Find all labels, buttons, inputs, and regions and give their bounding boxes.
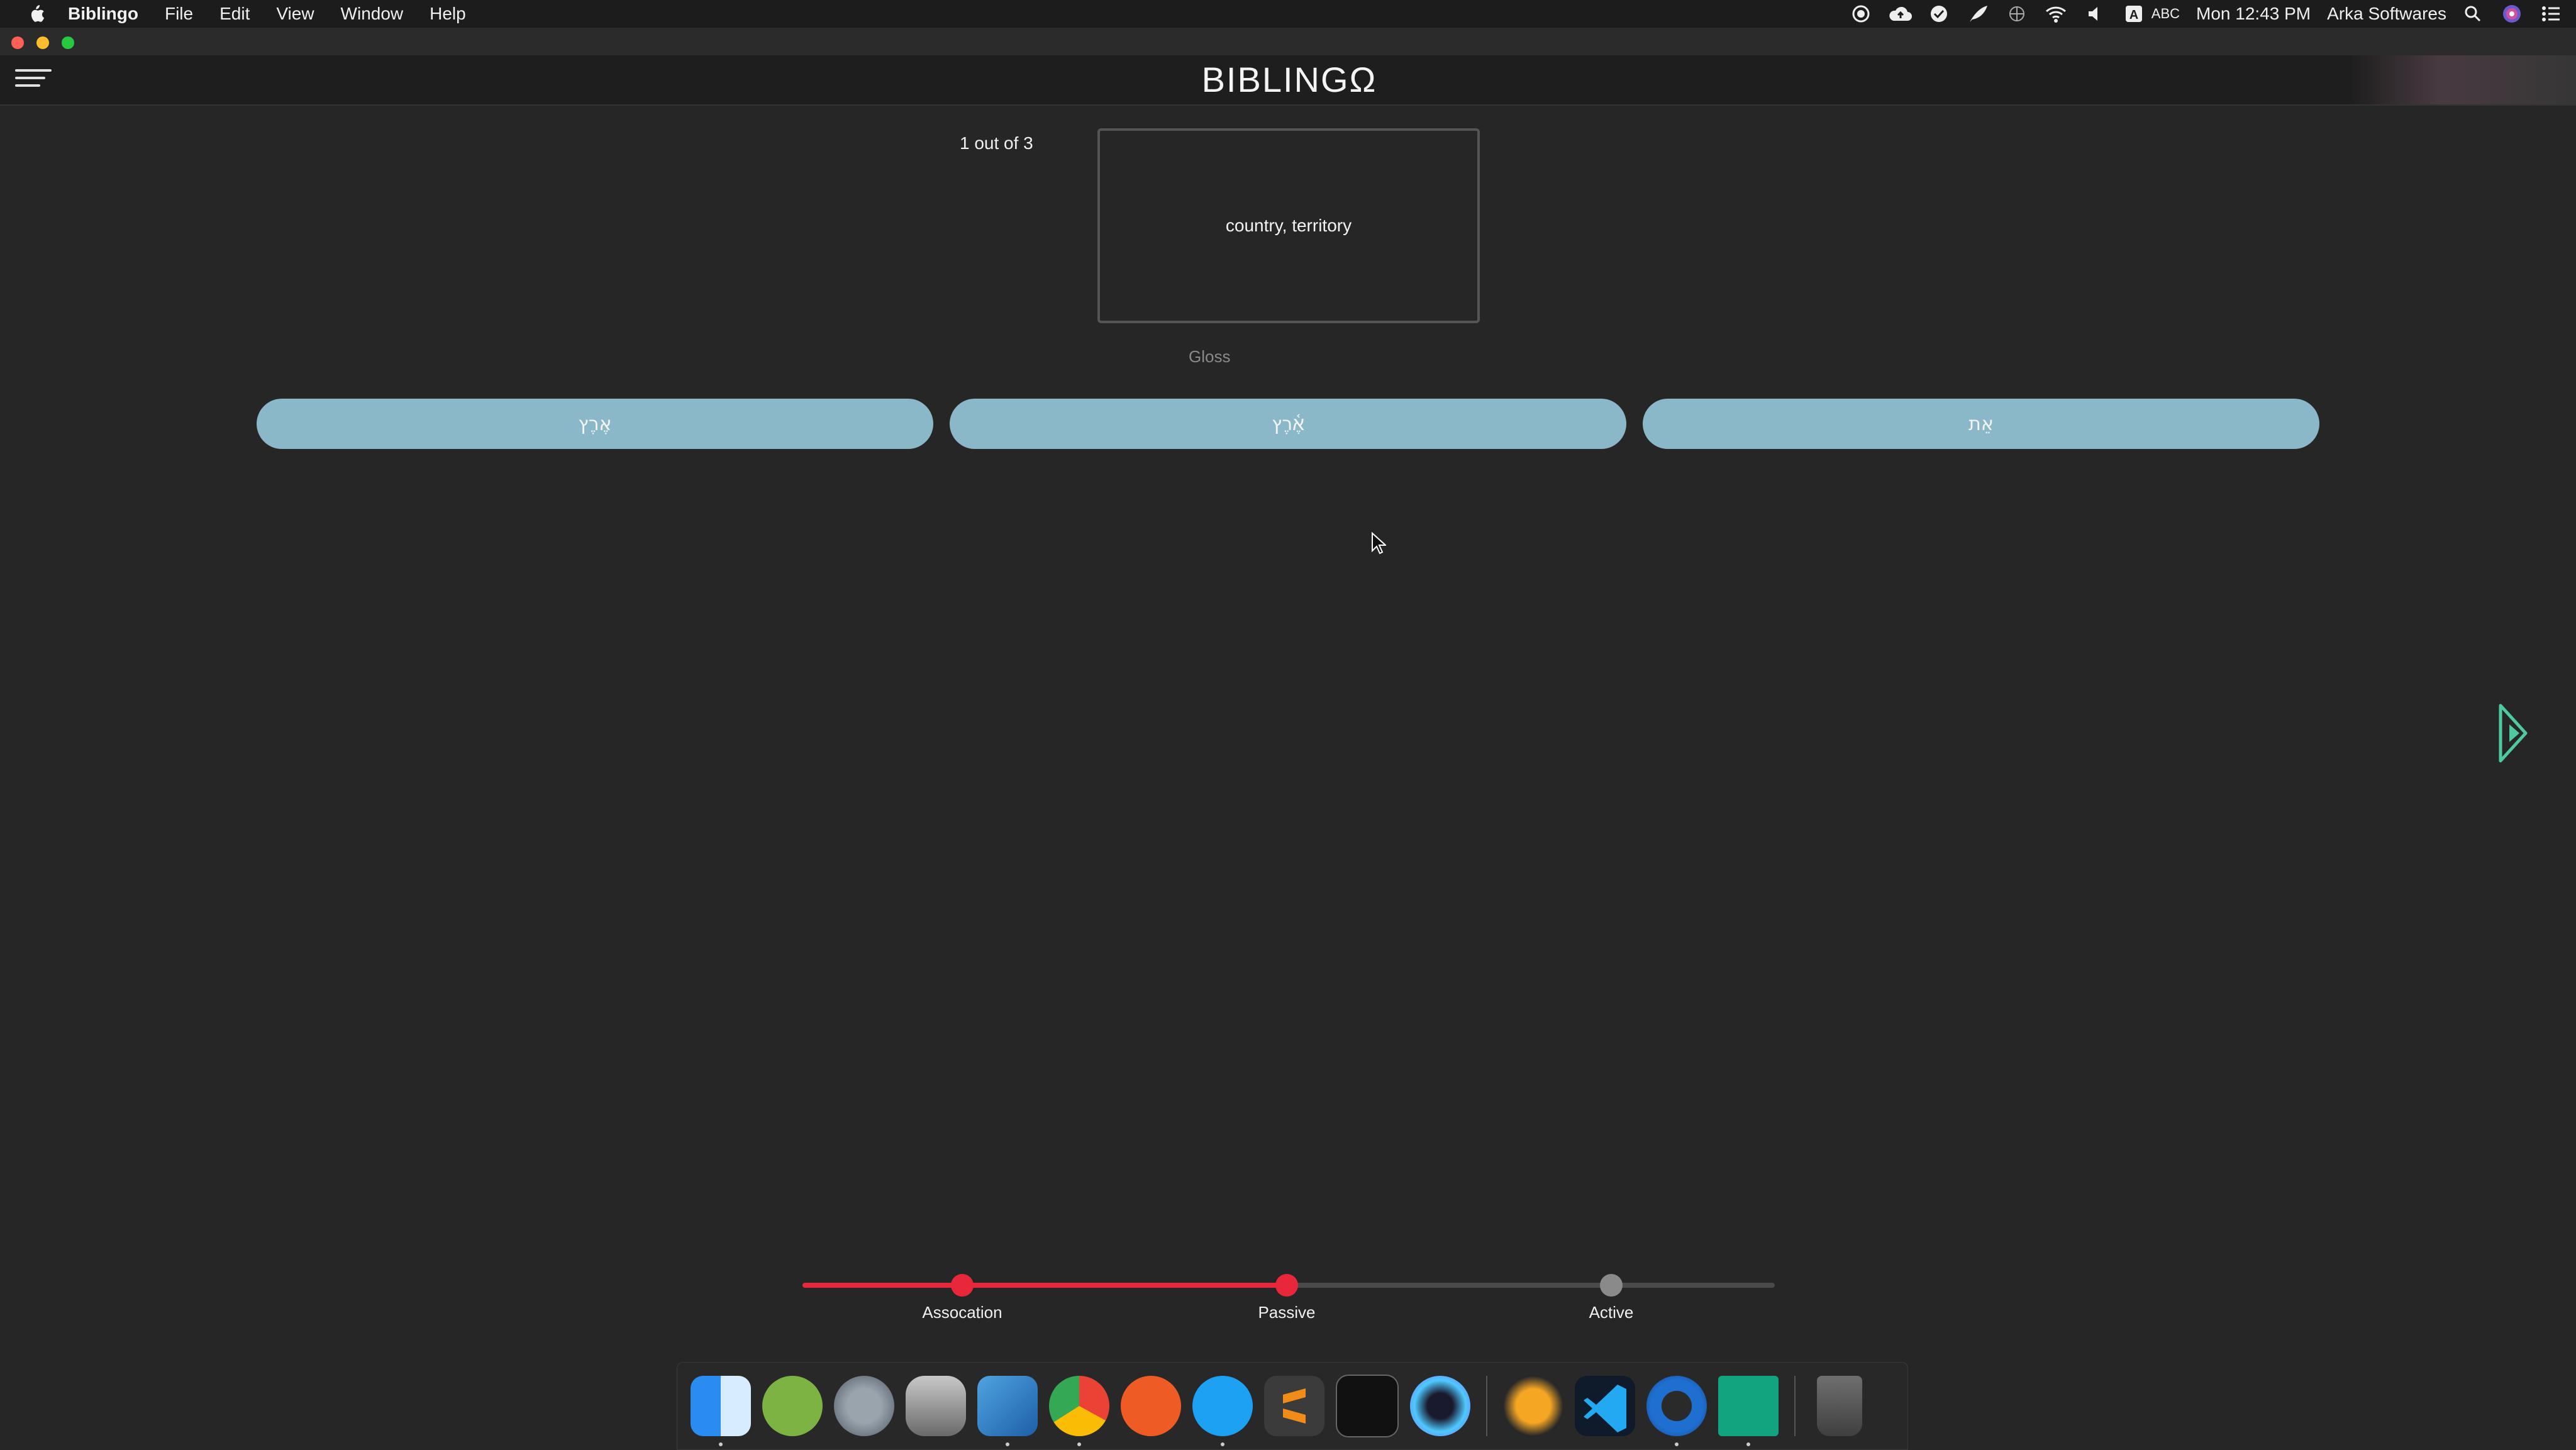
apple-menu-icon[interactable] [24, 1, 49, 26]
stage-knob-active[interactable] [1600, 1274, 1623, 1297]
svg-text:A: A [2129, 8, 2138, 22]
cloud-upload-icon[interactable] [1887, 4, 1913, 24]
transmit-icon[interactable] [1503, 1376, 1563, 1436]
menu-window[interactable]: Window [341, 4, 404, 24]
hamburger-menu-icon[interactable] [15, 69, 52, 92]
chrome-icon[interactable] [1049, 1376, 1109, 1446]
biblingo-app-icon[interactable] [1718, 1376, 1779, 1446]
volume-icon[interactable] [2082, 4, 2107, 24]
app-logo: BIBLINGΩ [1201, 60, 1377, 99]
stage-label-assocation: Assocation [922, 1303, 1002, 1322]
finder-icon[interactable] [691, 1376, 751, 1446]
stage-knob-assocation[interactable] [951, 1274, 974, 1297]
menu-app-name[interactable]: Biblingo [68, 4, 138, 24]
header-avatar-area [2350, 55, 2576, 104]
stage-label-passive: Passive [1258, 1303, 1316, 1322]
vscode-icon[interactable] [1575, 1376, 1635, 1436]
wifi-icon[interactable] [2043, 4, 2068, 24]
menu-edit[interactable]: Edit [219, 4, 250, 24]
menu-file[interactable]: File [165, 4, 193, 24]
dock [677, 1362, 1908, 1450]
globe-network-icon[interactable] [2004, 4, 2029, 24]
mouse-cursor-icon [1372, 532, 1386, 555]
next-arrow-icon[interactable] [2498, 703, 2528, 763]
notification-center-icon[interactable] [2538, 4, 2563, 24]
prompt-card: country, territory [1097, 128, 1480, 323]
answer-option-3[interactable]: אֵת [1643, 399, 2319, 449]
spotlight-search-icon[interactable] [2460, 4, 2485, 24]
zoom-window-icon[interactable] [62, 36, 74, 49]
input-source-icon[interactable]: A [2121, 4, 2146, 24]
stage-label-active: Active [1589, 1303, 1634, 1322]
close-window-icon[interactable] [11, 36, 24, 49]
trash-icon[interactable] [1817, 1376, 1862, 1436]
menubar-clock[interactable]: Mon 12:43 PM [2196, 4, 2311, 24]
dock-separator [1794, 1376, 1796, 1436]
skype-icon[interactable] [1192, 1376, 1253, 1446]
prompt-caption: Gloss [1189, 347, 1231, 366]
postman-icon[interactable] [1121, 1376, 1181, 1436]
menu-help[interactable]: Help [430, 4, 466, 24]
xcode-icon[interactable] [977, 1376, 1038, 1446]
menubar-user[interactable]: Arka Softwares [2327, 4, 2446, 24]
sublime-text-icon[interactable] [1264, 1376, 1324, 1436]
sequel-pro-icon[interactable] [906, 1376, 966, 1436]
feather-icon[interactable] [1965, 4, 1990, 24]
android-studio-icon[interactable] [762, 1376, 823, 1436]
keyboard-layout-label[interactable]: ABC [2151, 6, 2180, 22]
checkmark-badge-icon[interactable] [1926, 4, 1951, 24]
quicktime-icon[interactable] [1646, 1376, 1707, 1446]
screen-record-icon[interactable] [1848, 4, 1874, 24]
siri-icon[interactable] [2499, 4, 2524, 24]
question-counter: 1 out of 3 [960, 133, 1033, 153]
minimize-window-icon[interactable] [36, 36, 49, 49]
stage-knob-passive[interactable] [1275, 1274, 1298, 1297]
menu-view[interactable]: View [276, 4, 314, 24]
dock-separator [1486, 1376, 1487, 1436]
launchpad-icon[interactable] [834, 1376, 894, 1436]
answer-option-2[interactable]: אֶ֫רֶץ [950, 399, 1626, 449]
prompt-text: country, territory [1225, 216, 1352, 235]
siri-app-icon[interactable] [1410, 1376, 1470, 1436]
menu-bar: Biblingo File Edit View Window Help A AB… [0, 0, 2576, 28]
terminal-icon[interactable] [1336, 1375, 1399, 1437]
answer-option-1[interactable]: אֶרֶץ [257, 399, 933, 449]
app-header: BIBLINGΩ [0, 55, 2576, 106]
mastery-track-fill [802, 1283, 1287, 1288]
window-titlebar [0, 28, 2576, 55]
